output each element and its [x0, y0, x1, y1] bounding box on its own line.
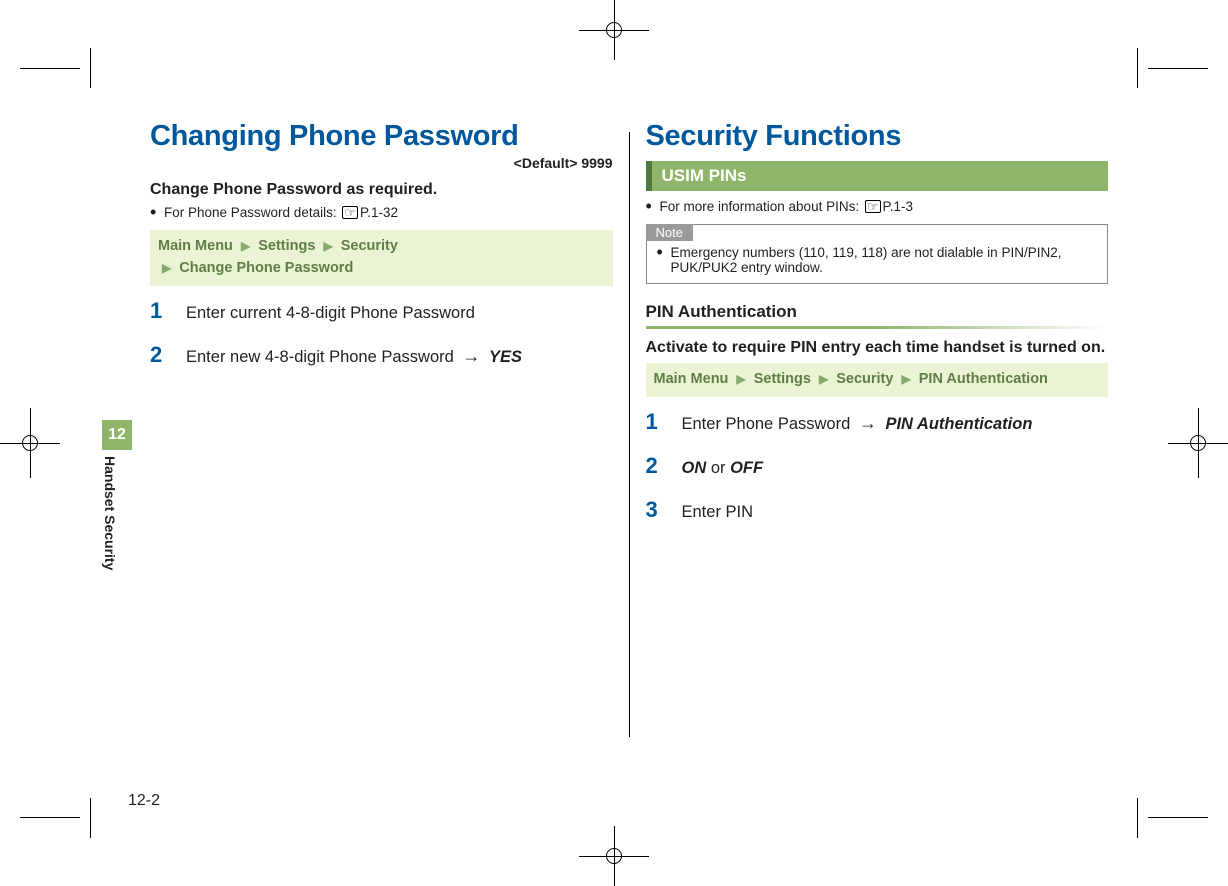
- nav-main-menu: Main Menu: [654, 371, 729, 387]
- left-step-1: 1 Enter current 4-8-digit Phone Password: [150, 298, 613, 324]
- note-body-text: Emergency numbers (110, 119, 118) are no…: [657, 245, 1098, 275]
- registration-mark-right: [1168, 403, 1228, 483]
- step-2-or: or: [706, 459, 730, 477]
- arrow-right-icon: →: [859, 413, 877, 433]
- nav-settings: Settings: [258, 238, 315, 254]
- chapter-label: Handset Security: [102, 456, 118, 570]
- chapter-number-tab: 12: [102, 420, 132, 450]
- step-text: Enter current 4-8-digit Phone Password: [186, 304, 613, 323]
- right-info-line: For more information about PINs: ☞P.1-3: [646, 199, 1109, 214]
- note-box: Note Emergency numbers (110, 119, 118) a…: [646, 224, 1109, 284]
- chevron-right-icon: ▶: [162, 261, 171, 275]
- step-text: Enter Phone Password → PIN Authenticatio…: [682, 413, 1109, 434]
- right-title: Security Functions: [646, 120, 1109, 153]
- right-lead: Activate to require PIN entry each time …: [646, 339, 1109, 357]
- chevron-right-icon: ▶: [819, 372, 828, 386]
- right-nav-path: Main Menu ▶ Settings ▶ Security ▶ PIN Au…: [646, 363, 1109, 397]
- reference-icon: ☞: [342, 206, 358, 219]
- right-step-1: 1 Enter Phone Password → PIN Authenticat…: [646, 409, 1109, 435]
- right-info-ref: P.1-3: [883, 199, 914, 214]
- right-info-text: For more information about PINs:: [660, 199, 863, 214]
- chevron-right-icon: ▶: [241, 239, 250, 253]
- reference-icon: ☞: [865, 200, 881, 213]
- gradient-rule: [646, 326, 1109, 329]
- step-number: 1: [646, 409, 664, 435]
- step-number: 2: [646, 453, 664, 479]
- default-value: <Default> 9999: [150, 155, 613, 171]
- registration-mark-top: [574, 0, 654, 60]
- step-1-strong: PIN Authentication: [885, 415, 1032, 433]
- crop-mark-tl: [20, 48, 110, 88]
- note-label: Note: [646, 224, 693, 241]
- step-2-off: OFF: [730, 459, 763, 477]
- right-column: Security Functions USIM PINs For more in…: [630, 120, 1109, 786]
- step-1-pre: Enter Phone Password: [682, 415, 855, 433]
- left-nav-path: Main Menu ▶ Settings ▶ Security ▶ Change…: [150, 230, 613, 286]
- step-text: Enter new 4-8-digit Phone Password → YES: [186, 346, 613, 367]
- registration-mark-bottom: [574, 826, 654, 886]
- step-2-yes: YES: [489, 348, 522, 366]
- left-detail-line: For Phone Password details: ☞P.1-32: [150, 205, 613, 220]
- nav-main-menu: Main Menu: [158, 238, 233, 254]
- left-title: Changing Phone Password: [150, 120, 613, 153]
- step-2-pre: Enter new 4-8-digit Phone Password: [186, 348, 458, 366]
- arrow-right-icon: →: [462, 346, 480, 366]
- nav-settings: Settings: [754, 371, 811, 387]
- step-2-on: ON: [682, 459, 707, 477]
- nav-security: Security: [836, 371, 893, 387]
- step-number: 2: [150, 342, 168, 368]
- page-number: 12-2: [128, 792, 160, 810]
- step-number: 1: [150, 298, 168, 324]
- chevron-right-icon: ▶: [323, 239, 332, 253]
- nav-security: Security: [341, 238, 398, 254]
- chevron-right-icon: ▶: [901, 372, 910, 386]
- nav-change-password: Change Phone Password: [179, 260, 353, 276]
- chevron-right-icon: ▶: [736, 372, 745, 386]
- right-step-3: 3 Enter PIN: [646, 497, 1109, 523]
- right-step-2: 2 ON or OFF: [646, 453, 1109, 479]
- step-text: Enter PIN: [682, 503, 1109, 522]
- usim-pins-bar: USIM PINs: [646, 161, 1109, 191]
- step-number: 3: [646, 497, 664, 523]
- left-step-2: 2 Enter new 4-8-digit Phone Password → Y…: [150, 342, 613, 368]
- crop-mark-bl: [20, 798, 110, 838]
- left-lead: Change Phone Password as required.: [150, 181, 613, 199]
- registration-mark-left: [0, 403, 60, 483]
- pin-auth-heading: PIN Authentication: [646, 302, 1109, 322]
- crop-mark-tr: [1118, 48, 1208, 88]
- left-column: Changing Phone Password <Default> 9999 C…: [150, 120, 629, 786]
- nav-pin-auth: PIN Authentication: [919, 371, 1048, 387]
- step-text: ON or OFF: [682, 459, 1109, 478]
- left-detail-text: For Phone Password details:: [164, 205, 340, 220]
- crop-mark-br: [1118, 798, 1208, 838]
- left-detail-ref: P.1-32: [360, 205, 398, 220]
